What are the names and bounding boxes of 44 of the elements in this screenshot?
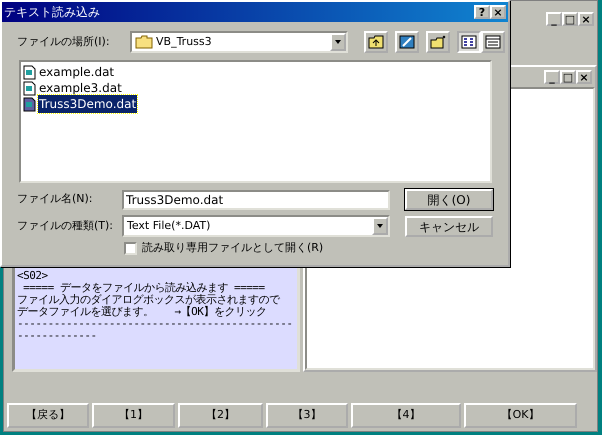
pen-on-screen-icon xyxy=(399,35,415,49)
toolbar-button[interactable]: 【戻る】 xyxy=(7,403,89,428)
open-button[interactable]: 開く(O) xyxy=(405,189,493,210)
document-icon xyxy=(23,80,36,96)
file-item[interactable]: Truss3Demo.dat xyxy=(38,95,138,113)
details-view-icon xyxy=(485,35,501,49)
close-button[interactable]: × xyxy=(578,12,594,26)
look-in-label: ファイルの場所(I): xyxy=(17,34,111,50)
file-item[interactable]: example3.dat xyxy=(38,79,123,97)
details-view-button[interactable] xyxy=(481,31,505,53)
maximize-button[interactable]: □ xyxy=(560,70,576,84)
toolbar-button[interactable]: 【4】 xyxy=(351,403,461,428)
new-folder-icon xyxy=(430,35,446,49)
read-only-checkbox[interactable] xyxy=(124,242,137,255)
file-name-field[interactable]: Truss3Demo.dat xyxy=(122,190,390,210)
file-type-value: Text File(*.DAT) xyxy=(127,218,210,234)
toolbar-button[interactable]: 【1】 xyxy=(92,403,175,428)
file-item[interactable]: example.dat xyxy=(38,63,116,81)
desktop-button[interactable] xyxy=(395,31,419,53)
file-name-label: ファイル名(N): xyxy=(17,191,94,208)
cancel-button[interactable]: キャンセル xyxy=(405,216,493,236)
toolbar-button[interactable]: 【OK】 xyxy=(464,403,577,428)
dialog-title: テキスト読み込み xyxy=(4,4,100,21)
folder-up-arrow-icon xyxy=(368,35,384,49)
file-type-dropdown[interactable]: Text File(*.DAT) xyxy=(122,215,390,237)
folder-icon xyxy=(135,35,153,49)
list-view-button[interactable] xyxy=(457,31,481,53)
document-icon xyxy=(23,64,36,80)
close-button[interactable]: × xyxy=(490,5,506,19)
new-folder-button[interactable] xyxy=(426,31,450,53)
minimize-button[interactable]: _ xyxy=(546,12,562,26)
minimize-button[interactable]: _ xyxy=(544,70,560,84)
file-type-label: ファイルの種類(T): xyxy=(17,218,114,234)
list-view-icon xyxy=(461,35,477,49)
up-folder-button[interactable] xyxy=(364,31,388,53)
toolbar-button[interactable]: 【2】 xyxy=(178,403,263,428)
look-in-dropdown[interactable]: VB_Truss3 xyxy=(130,31,348,53)
read-only-label: 読み取り専用ファイルとして開く(R) xyxy=(142,240,324,256)
look-in-value: VB_Truss3 xyxy=(156,34,212,50)
maximize-button[interactable]: □ xyxy=(562,12,578,26)
close-button[interactable]: × xyxy=(576,70,592,84)
toolbar-button[interactable]: 【3】 xyxy=(266,403,348,428)
document-icon xyxy=(23,96,36,112)
help-button[interactable]: ? xyxy=(474,5,490,19)
